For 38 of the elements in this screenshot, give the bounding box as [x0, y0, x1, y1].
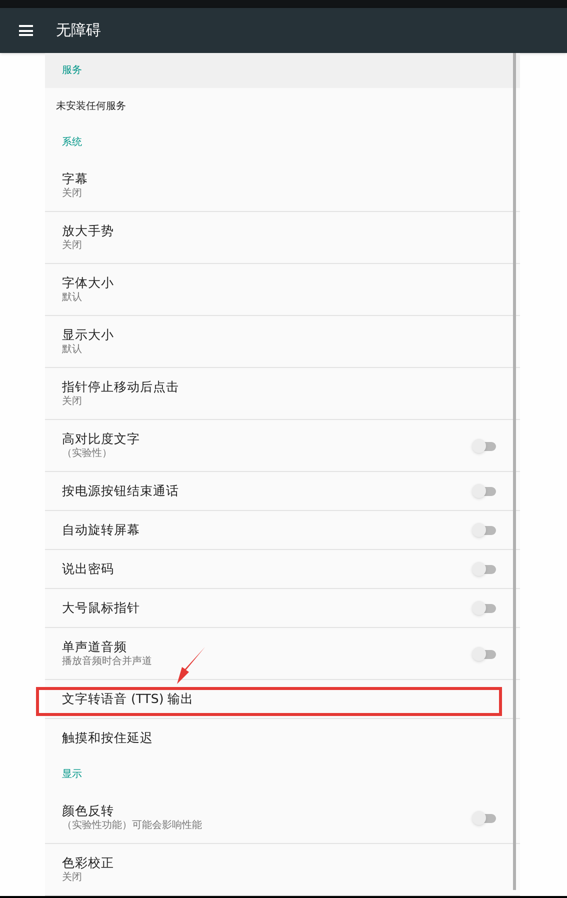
- setting-summary: （实验性）: [62, 447, 113, 460]
- setting-summary: 关闭: [62, 187, 83, 200]
- section-header: 服务: [62, 64, 82, 78]
- setting-summary: 播放音频时合并声道: [62, 655, 153, 668]
- toggle-switch[interactable]: [472, 523, 496, 537]
- setting-summary: 关闭: [62, 395, 83, 408]
- toggle-switch[interactable]: [472, 484, 496, 498]
- toggle-switch[interactable]: [472, 562, 496, 576]
- toggle-switch[interactable]: [472, 646, 496, 660]
- setting-title: 单声道音频: [62, 639, 128, 655]
- setting-title: 显示大小: [62, 327, 115, 343]
- setting-title: 字体大小: [62, 275, 115, 291]
- section-header: 系统: [62, 136, 82, 150]
- setting-title: 自动旋转屏幕: [62, 522, 141, 538]
- setting-title: 指针停止移动后点击: [62, 379, 180, 395]
- setting-title: 大号鼠标指针: [62, 600, 141, 616]
- setting-title: 按电源按钮结束通话: [62, 483, 180, 499]
- setting-title: 放大手势: [62, 223, 115, 239]
- section-header: 显示: [62, 768, 82, 782]
- empty-message: 未安装任何服务: [56, 100, 126, 114]
- setting-summary: 默认: [62, 291, 83, 304]
- toggle-switch[interactable]: [472, 601, 496, 615]
- setting-title: 高对比度文字: [62, 431, 141, 447]
- setting-summary: （实验性功能）可能会影响性能: [62, 819, 203, 832]
- menu-icon[interactable]: [19, 25, 33, 36]
- setting-summary: 关闭: [62, 871, 83, 884]
- setting-title: 字幕: [62, 171, 89, 187]
- setting-title: 文字转语音 (TTS) 输出: [62, 691, 195, 707]
- setting-title: 说出密码: [62, 561, 115, 577]
- toolbar-title: 无障碍: [56, 20, 101, 42]
- setting-title: 颜色反转: [62, 803, 115, 819]
- setting-summary: 关闭: [62, 239, 83, 252]
- setting-summary: 默认: [62, 343, 83, 356]
- setting-title: 触摸和按住延迟: [62, 730, 154, 746]
- toggle-switch[interactable]: [472, 438, 496, 452]
- setting-row[interactable]: 触摸和按住延迟: [45, 719, 520, 757]
- toggle-switch[interactable]: [472, 810, 496, 824]
- setting-title: 色彩校正: [62, 855, 115, 871]
